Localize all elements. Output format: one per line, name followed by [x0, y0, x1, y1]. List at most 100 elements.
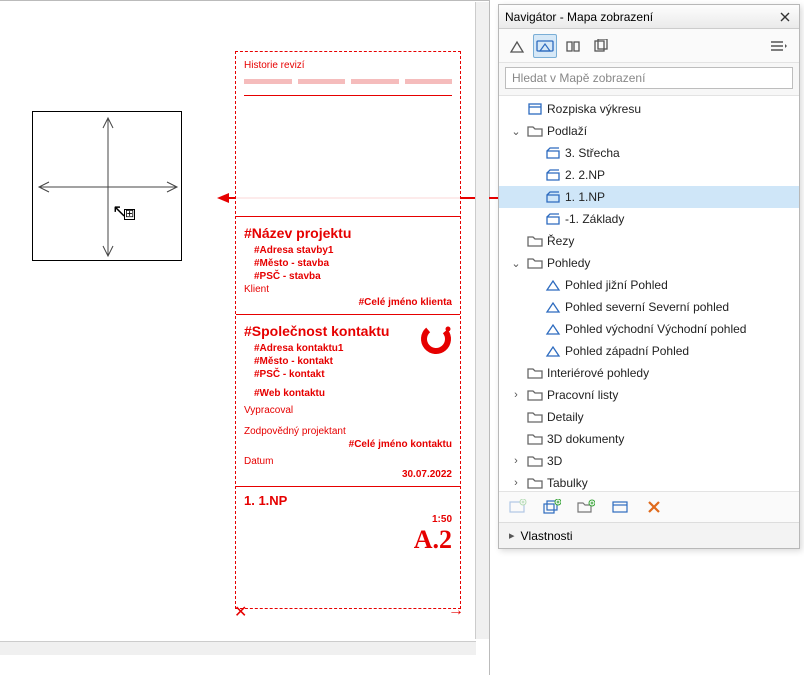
- floor-icon: [545, 167, 561, 183]
- tree-item-label: Detaily: [547, 410, 584, 424]
- expander-open-icon[interactable]: ⌄: [509, 124, 523, 138]
- company-addr3: #PSČ - kontakt: [254, 369, 452, 380]
- navigator-toolbar: [499, 29, 799, 63]
- view-map-button[interactable]: [533, 34, 557, 58]
- folder-icon: [527, 233, 543, 249]
- expander-open-icon[interactable]: ⌄: [509, 256, 523, 270]
- tree-row[interactable]: Pohled jižní Pohled: [499, 274, 799, 296]
- tree-row[interactable]: Pohled východní Východní pohled: [499, 318, 799, 340]
- tree-row[interactable]: Interiérové pohledy: [499, 362, 799, 384]
- expander-closed-icon[interactable]: ›: [509, 388, 523, 402]
- layout-book-icon: [565, 39, 581, 53]
- tree-item-label: 3D dokumenty: [547, 432, 624, 446]
- navigator-panel: Navigátor - Mapa zobrazení Rozpiska výkr…: [498, 4, 800, 549]
- navigator-titlebar[interactable]: Navigátor - Mapa zobrazení: [499, 5, 799, 29]
- titleblock-drawing-section: 1. 1.NP 1:50 A.2: [236, 487, 460, 561]
- floor-icon: [545, 145, 561, 161]
- tree-row[interactable]: Pohled severní Severní pohled: [499, 296, 799, 318]
- new-folder-button[interactable]: [575, 496, 597, 518]
- expander-closed-icon[interactable]: ›: [509, 476, 523, 490]
- company-web: #Web kontaktu: [254, 388, 452, 399]
- view-placement-marker: [32, 111, 182, 261]
- floor-icon: [545, 189, 561, 205]
- expander-placeholder: [527, 146, 541, 160]
- properties-label: Vlastnosti: [521, 529, 573, 543]
- tree-row[interactable]: › Tabulky: [499, 472, 799, 492]
- properties-section-header[interactable]: ▸ Vlastnosti: [499, 522, 799, 548]
- publisher-button[interactable]: [589, 34, 613, 58]
- tree-row[interactable]: 3D dokumenty: [499, 428, 799, 450]
- tree-item-label: Interiérové pohledy: [547, 366, 649, 380]
- expander-closed-icon[interactable]: ›: [509, 454, 523, 468]
- tree-row[interactable]: Řezy: [499, 230, 799, 252]
- new-view-icon: [509, 499, 527, 515]
- navigator-title: Navigátor - Mapa zobrazení: [505, 10, 653, 24]
- tree-row[interactable]: 1. 1.NP: [499, 186, 799, 208]
- titleblock-history-section: Historie revizí: [236, 52, 460, 217]
- new-view-button[interactable]: [507, 496, 529, 518]
- elev-icon: [545, 277, 561, 293]
- project-map-button[interactable]: [505, 34, 529, 58]
- sheet-number: A.2: [244, 525, 452, 555]
- tree-row[interactable]: 3. Střecha: [499, 142, 799, 164]
- tree-item-label: 1. 1.NP: [565, 190, 605, 204]
- clone-view-button[interactable]: [541, 496, 563, 518]
- tree-item-label: Podlaží: [547, 124, 587, 138]
- date-label: Datum: [244, 456, 452, 467]
- tree-item-label: 2. 2.NP: [565, 168, 605, 182]
- tree-row[interactable]: Detaily: [499, 406, 799, 428]
- folder-icon: [527, 365, 543, 381]
- tree-row[interactable]: Pohled západní Pohled: [499, 340, 799, 362]
- tree-row[interactable]: ⌄Pohledy: [499, 252, 799, 274]
- tree-item-label: Tabulky: [547, 476, 588, 490]
- tree-item-label: -1. Základy: [565, 212, 624, 226]
- tree-item-label: Řezy: [547, 234, 574, 248]
- delete-button[interactable]: [643, 496, 665, 518]
- view-settings-button[interactable]: [609, 496, 631, 518]
- titleblock-company-section: #Společnost kontaktu #Adresa kontaktu1 #…: [236, 315, 460, 487]
- delete-icon: [647, 500, 661, 514]
- close-button[interactable]: [777, 9, 793, 25]
- publisher-icon: [593, 39, 609, 53]
- project-addr2: #Město - stavba: [254, 258, 452, 269]
- canvas-scrollbar-vertical[interactable]: [475, 2, 489, 639]
- panel-menu-icon: [770, 40, 788, 52]
- drawing-scale: 1:50: [244, 514, 452, 525]
- canvas-scrollbar-horizontal[interactable]: [0, 641, 476, 655]
- expander-placeholder: [509, 410, 523, 424]
- tree-item-label: Pohled severní Severní pohled: [565, 300, 729, 314]
- folder-icon: [527, 409, 543, 425]
- expander-placeholder: [509, 102, 523, 116]
- expander-placeholder: [527, 278, 541, 292]
- tree-row[interactable]: ›Pracovní listy: [499, 384, 799, 406]
- panel-menu-button[interactable]: [765, 34, 793, 58]
- history-label: Historie revizí: [244, 60, 452, 71]
- tree-item-label: Pohled východní Východní pohled: [565, 322, 746, 336]
- tree-row[interactable]: ⌄ Podlaží: [499, 120, 799, 142]
- navigator-tree[interactable]: Rozpiska výkresu ⌄ Podlaží 3. Střecha 2. 2.N…: [499, 95, 799, 492]
- navigator-search-input[interactable]: [505, 67, 793, 89]
- expander-placeholder: [527, 322, 541, 336]
- clone-view-icon: [543, 499, 561, 515]
- titleblock-extent-markers: ✕→: [234, 602, 464, 610]
- layout-book-button[interactable]: [561, 34, 585, 58]
- folder-icon: [527, 431, 543, 447]
- layout-canvas[interactable]: ↖ Historie revizí #Název projektu #Adres…: [0, 0, 490, 675]
- expander-placeholder: [527, 300, 541, 314]
- drawn-by-label: Vypracoval: [244, 405, 452, 416]
- tree-item-label: Rozpiska výkresu: [547, 102, 641, 116]
- responsible-name: #Celé jméno kontaktu: [244, 439, 452, 450]
- expander-placeholder: [509, 366, 523, 380]
- tree-row[interactable]: -1. Základy: [499, 208, 799, 230]
- new-folder-icon: [577, 499, 595, 515]
- project-name: #Název projektu: [244, 225, 452, 241]
- project-addr1: #Adresa stavby1: [254, 245, 452, 256]
- tree-row[interactable]: Rozpiska výkresu: [499, 98, 799, 120]
- tree-row[interactable]: 2. 2.NP: [499, 164, 799, 186]
- elev-icon: [545, 343, 561, 359]
- project-map-icon: [509, 39, 525, 53]
- tree-row[interactable]: ›3D: [499, 450, 799, 472]
- book-icon: [527, 101, 543, 117]
- client-label: Klient: [244, 284, 452, 295]
- project-addr3: #PSČ - stavba: [254, 271, 452, 282]
